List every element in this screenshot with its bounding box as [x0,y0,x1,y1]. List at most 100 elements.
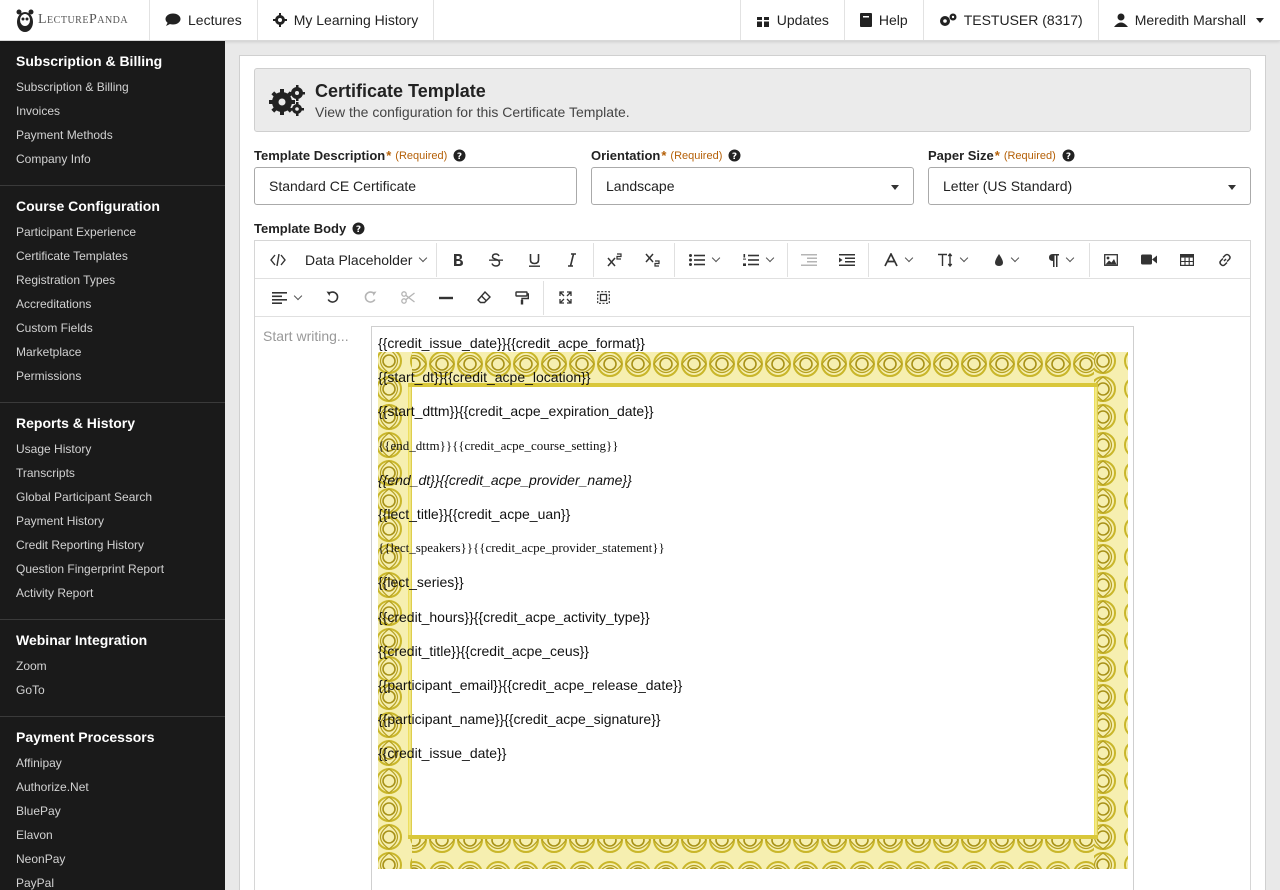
placeholder-line[interactable]: {{end_dt}}{{credit_acpe_provider_name}} [378,470,1118,504]
nav-account[interactable]: TESTUSER (8317) [924,0,1099,40]
sidebar-item[interactable]: Credit Reporting History [0,533,225,557]
toolbar-divider [787,242,789,277]
underline-button[interactable] [515,241,553,279]
sidebar-item[interactable]: Custom Fields [0,316,225,340]
text-color-button[interactable] [979,241,1033,279]
select-all-button[interactable] [584,279,622,317]
sidebar-item[interactable]: Global Participant Search [0,485,225,509]
template-description-input[interactable]: Standard CE Certificate [254,167,577,205]
svg-text:?: ? [457,152,462,162]
clear-formatting-button[interactable] [465,279,503,317]
ordered-list-button[interactable] [731,241,785,279]
sidebar-item[interactable]: Payment Methods [0,123,225,147]
sidebar-item[interactable]: Question Fingerprint Report [0,557,225,581]
question-circle-icon[interactable]: ? [352,222,365,235]
required-text: (Required) [395,149,448,162]
sidebar-item[interactable]: GoTo [0,678,225,702]
placeholder-line[interactable]: {{participant_email}}{{credit_acpe_relea… [378,675,1118,709]
paragraph-icon [1048,253,1059,267]
placeholder-line[interactable]: {{lect_title}}{{credit_acpe_uan}} [378,504,1118,538]
cut-button[interactable] [389,279,427,317]
italic-button[interactable] [553,241,591,279]
nav-lectures[interactable]: Lectures [150,0,258,40]
strikethrough-button[interactable] [477,241,515,279]
content-panel: Certificate Template View the configurat… [239,55,1266,890]
sidebar-item[interactable]: Usage History [0,437,225,461]
placeholder-line[interactable]: {{start_dt}}{{credit_acpe_location}} [378,367,1118,401]
placeholder-line[interactable]: {{credit_issue_date}} [378,743,1118,777]
font-family-button[interactable] [871,241,925,279]
sidebar-item[interactable]: Transcripts [0,461,225,485]
question-circle-icon[interactable]: ? [1062,149,1075,162]
editor-content-area[interactable]: Start writing... {{credit_issue_date}}{{… [255,318,1250,890]
unordered-list-button[interactable] [677,241,731,279]
indent-button[interactable] [828,241,866,279]
caret-down-icon [891,185,899,190]
sidebar-section: Subscription & Billing Subscription & Bil… [0,41,225,186]
toolbar-divider [593,242,595,277]
brand-logo[interactable]: LecturePanda [0,0,150,40]
paragraph-format-button[interactable] [1033,241,1087,279]
placeholder-line[interactable]: {{lect_speakers}}{{credit_acpe_provider_… [378,538,1118,572]
redo-button[interactable] [351,279,389,317]
insert-table-button[interactable] [1168,241,1206,279]
sidebar-item[interactable]: Subscription & Billing [0,75,225,99]
nav-user-menu[interactable]: Meredith Marshall [1099,0,1280,40]
required-star: * [661,148,667,163]
superscript-button[interactable] [596,241,634,279]
nav-updates[interactable]: Updates [741,0,845,40]
sidebar-item[interactable]: PayPal [0,871,225,890]
fullscreen-button[interactable] [546,279,584,317]
sidebar-item[interactable]: BluePay [0,799,225,823]
nav-help[interactable]: Help [845,0,924,40]
sidebar-item[interactable]: Zoom [0,654,225,678]
sidebar-item[interactable]: Activity Report [0,581,225,605]
sidebar-item[interactable]: Payment History [0,509,225,533]
code-view-button[interactable] [259,241,297,279]
align-button[interactable] [259,279,313,317]
placeholder-line[interactable]: {{credit_title}}{{credit_acpe_ceus}} [378,641,1118,675]
question-circle-icon[interactable]: ? [453,149,466,162]
nav-user-label: Meredith Marshall [1134,12,1246,28]
book-icon [859,13,872,27]
bold-button[interactable] [439,241,477,279]
sidebar-item[interactable]: Company Info [0,147,225,171]
orientation-select[interactable]: Landscape [591,167,914,205]
format-painter-button[interactable] [503,279,541,317]
sidebar-item[interactable]: Marketplace [0,340,225,364]
data-placeholder-dropdown[interactable]: Data Placeholder [297,241,434,279]
undo-button[interactable] [313,279,351,317]
placeholder-line[interactable]: {{start_dttm}}{{credit_acpe_expiration_d… [378,401,1118,435]
sidebar-item[interactable]: Authorize.Net [0,775,225,799]
font-size-button[interactable] [925,241,979,279]
sidebar-item[interactable]: Invoices [0,99,225,123]
horizontal-rule-button[interactable] [427,279,465,317]
nav-learning-history[interactable]: My Learning History [258,0,435,40]
sidebar-item[interactable]: Participant Experience [0,220,225,244]
list-ol-icon [743,253,760,266]
insert-link-button[interactable] [1206,241,1244,279]
paper-size-select[interactable]: Letter (US Standard) [928,167,1251,205]
sidebar-item[interactable]: Certificate Templates [0,244,225,268]
insert-image-button[interactable] [1092,241,1130,279]
orientation-value: Landscape [606,178,675,194]
sidebar-item[interactable]: Permissions [0,364,225,388]
placeholder-line[interactable]: {{lect_series}} [378,572,1118,606]
sidebar-item[interactable]: Accreditations [0,292,225,316]
insert-video-button[interactable] [1130,241,1168,279]
outdent-button[interactable] [790,241,828,279]
sidebar-item[interactable]: NeonPay [0,847,225,871]
sidebar-item[interactable]: Registration Types [0,268,225,292]
required-star: * [386,148,392,163]
placeholder-line[interactable]: {{credit_issue_date}}{{credit_acpe_forma… [378,333,1118,367]
sidebar-item[interactable]: Affinipay [0,751,225,775]
placeholder-line[interactable]: {{credit_hours}}{{credit_acpe_activity_t… [378,607,1118,641]
subscript-button[interactable] [634,241,672,279]
expand-icon [558,291,572,304]
question-circle-icon[interactable]: ? [728,149,741,162]
placeholder-line[interactable]: {{participant_name}}{{credit_acpe_signat… [378,709,1118,743]
placeholder-line[interactable]: {{end_dttm}}{{credit_acpe_course_setting… [378,436,1118,470]
sidebar-item[interactable]: Elavon [0,823,225,847]
caret-down-icon [1256,17,1264,23]
sidebar-heading: Subscription & Billing [16,53,163,69]
